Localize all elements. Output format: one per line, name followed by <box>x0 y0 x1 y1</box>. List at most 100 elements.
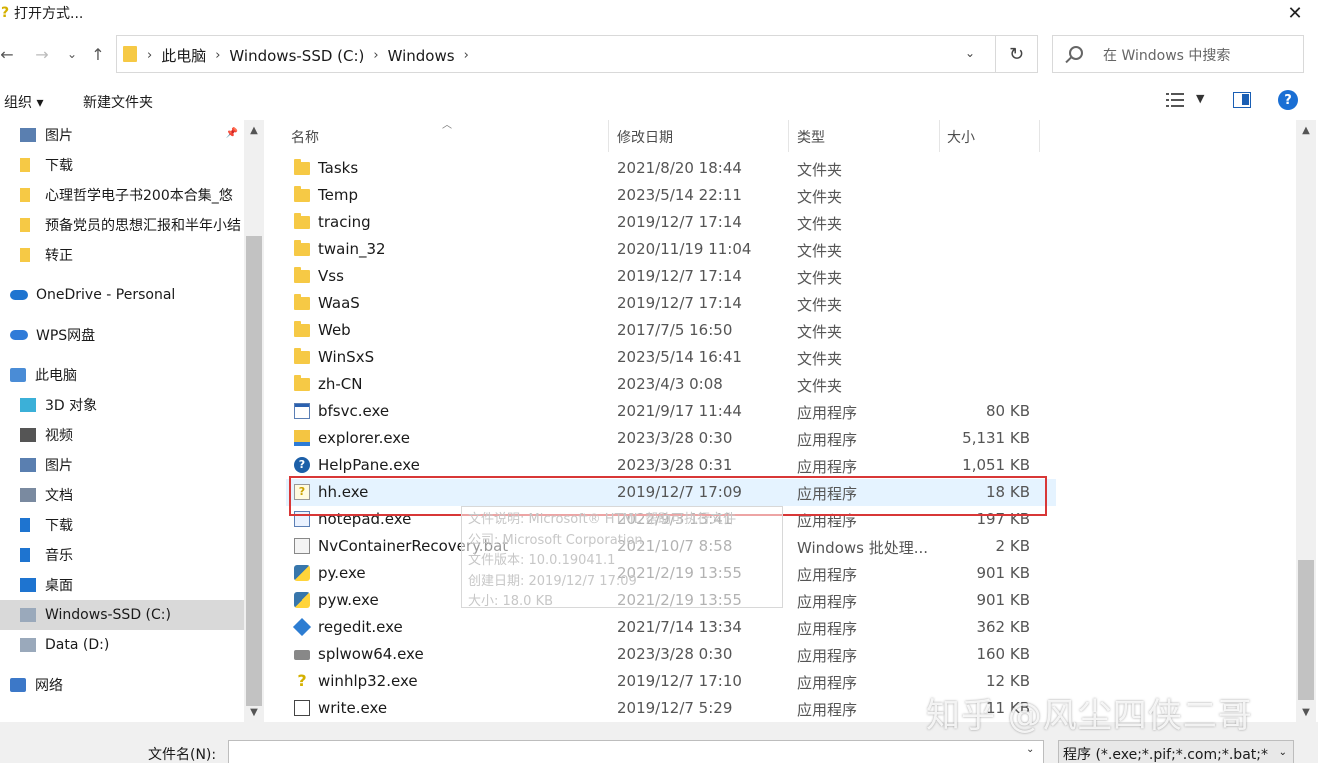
svg-text:?: ? <box>1 5 9 20</box>
sidebar-item[interactable]: 预备党员的思想汇报和半年小结 <box>0 210 244 240</box>
navigation-pane-scrollbar[interactable]: ▲ ▼ <box>244 120 264 722</box>
file-row[interactable]: bfsvc.exe 2021/9/17 11:44 应用程序 80 KB <box>286 398 1056 425</box>
videos-icon <box>20 428 36 442</box>
scroll-up-icon[interactable]: ▲ <box>1296 120 1316 140</box>
scrollbar-thumb[interactable] <box>1298 560 1314 700</box>
file-row[interactable]: Tasks 2021/8/20 18:44 文件夹 <box>286 155 1056 182</box>
back-button[interactable]: ← <box>0 40 14 68</box>
sidebar-item[interactable]: 转正 <box>0 240 244 270</box>
file-row[interactable]: tracing 2019/12/7 17:14 文件夹 <box>286 209 1056 236</box>
music-icon <box>20 548 30 562</box>
file-row[interactable]: explorer.exe 2023/3/28 0:30 应用程序 5,131 KB <box>286 425 1056 452</box>
filename-input[interactable] <box>228 740 1044 763</box>
new-folder-button[interactable]: 新建文件夹 <box>83 92 153 112</box>
sidebar-item[interactable]: Windows-SSD (C:) <box>0 600 244 630</box>
file-type: 文件夹 <box>797 242 843 260</box>
file-row[interactable]: twain_32 2020/11/19 11:04 文件夹 <box>286 236 1056 263</box>
tooltip-created: 创建日期: 2019/12/7 17:09 <box>468 573 637 589</box>
scroll-up-icon[interactable]: ▲ <box>244 120 264 140</box>
sidebar-item[interactable]: 文档 <box>0 480 244 510</box>
address-bar[interactable]: › 此电脑 › Windows-SSD (C:) › Windows › ⌄ <box>116 35 996 73</box>
filename-label: 文件名(N): <box>148 747 217 763</box>
file-date: 2023/5/14 16:41 <box>617 348 742 366</box>
breadcrumb-separator[interactable]: › <box>464 48 469 63</box>
file-type-select[interactable]: 程序 (*.exe;*.pif;*.com;*.bat;* ⌄ <box>1058 740 1294 763</box>
sidebar-item[interactable]: WPS网盘 <box>0 320 244 350</box>
downloads-icon <box>20 518 30 532</box>
scroll-down-icon[interactable]: ▼ <box>244 702 264 722</box>
sidebar-item[interactable]: 下载 <box>0 510 244 540</box>
file-row[interactable]: Vss 2019/12/7 17:14 文件夹 <box>286 263 1056 290</box>
file-type-value: 程序 (*.exe;*.pif;*.com;*.bat;* <box>1063 747 1268 763</box>
file-row[interactable]: zh-CN 2023/4/3 0:08 文件夹 <box>286 371 1056 398</box>
filename-dropdown-icon[interactable]: ⌄ <box>1026 744 1034 755</box>
sidebar-item[interactable]: 此电脑 <box>0 360 244 390</box>
pin-icon[interactable]: 📌 <box>226 128 238 139</box>
sidebar-item[interactable]: Data (D:) <box>0 630 244 660</box>
column-divider[interactable] <box>788 120 789 152</box>
scrollbar-thumb[interactable] <box>246 236 262 706</box>
up-button[interactable]: ↑ <box>88 40 108 68</box>
file-date: 2023/3/28 0:30 <box>617 429 733 447</box>
file-row[interactable]: ? HelpPane.exe 2023/3/28 0:31 应用程序 1,051 KB <box>286 452 1056 479</box>
file-date: 2021/7/14 13:34 <box>617 618 742 636</box>
column-divider[interactable] <box>1039 120 1040 152</box>
folder-icon <box>20 188 30 202</box>
file-row[interactable]: splwow64.exe 2023/3/28 0:30 应用程序 160 KB <box>286 641 1056 668</box>
folder-icon <box>20 158 30 172</box>
help-icon[interactable]: ? <box>1278 90 1298 110</box>
sidebar-item[interactable]: OneDrive - Personal <box>0 280 244 310</box>
column-date[interactable]: 修改日期 <box>617 127 673 147</box>
file-date: 2019/12/7 17:14 <box>617 267 742 285</box>
breadcrumb-windows[interactable]: Windows <box>388 47 455 65</box>
sidebar-item-label: 文档 <box>45 488 73 504</box>
file-row[interactable]: WaaS 2019/12/7 17:14 文件夹 <box>286 290 1056 317</box>
sidebar-item[interactable]: 下载 <box>0 150 244 180</box>
sidebar-item[interactable]: 图片 <box>0 450 244 480</box>
file-list-scrollbar[interactable]: ▲ ▼ <box>1296 120 1316 722</box>
preview-pane-icon[interactable] <box>1233 92 1251 108</box>
column-divider[interactable] <box>939 120 940 152</box>
organize-button[interactable]: 组织 ▾ <box>4 92 43 112</box>
breadcrumb-drive-c[interactable]: Windows-SSD (C:) <box>229 47 364 65</box>
file-row[interactable]: WinSxS 2023/5/14 16:41 文件夹 <box>286 344 1056 371</box>
file-row[interactable]: Web 2017/7/5 16:50 文件夹 <box>286 317 1056 344</box>
file-type: 应用程序 <box>797 701 858 719</box>
file-date: 2023/5/14 22:11 <box>617 186 742 204</box>
file-date: 2019/12/7 17:14 <box>617 294 742 312</box>
file-date: 2021/8/20 18:44 <box>617 159 742 177</box>
view-options-icon[interactable] <box>1166 92 1184 108</box>
search-box[interactable]: 在 Windows 中搜索 <box>1052 35 1304 73</box>
breadcrumb-separator: › <box>215 48 221 63</box>
file-row[interactable]: Temp 2023/5/14 22:11 文件夹 <box>286 182 1056 209</box>
recent-locations-button[interactable]: ⌄ <box>64 40 80 68</box>
column-size[interactable]: 大小 <box>947 127 975 147</box>
column-name[interactable]: 名称 <box>291 127 319 147</box>
watermark: 知乎 @风尘四侠二哥 <box>926 696 1253 736</box>
sidebar-item-label: 网络 <box>35 678 63 694</box>
address-dropdown-icon[interactable]: ⌄ <box>965 46 975 60</box>
refresh-button[interactable]: ↻ <box>996 35 1038 73</box>
sidebar-item-label: WPS网盘 <box>36 328 96 344</box>
breadcrumb-this-pc[interactable]: 此电脑 <box>161 45 206 66</box>
sidebar-item[interactable]: 3D 对象 <box>0 390 244 420</box>
file-row[interactable]: regedit.exe 2021/7/14 13:34 应用程序 362 KB <box>286 614 1056 641</box>
sidebar-item[interactable]: 心理哲学电子书200本合集_悠 <box>0 180 244 210</box>
file-type: 应用程序 <box>797 593 858 611</box>
column-type[interactable]: 类型 <box>797 127 825 147</box>
search-input[interactable]: 在 Windows 中搜索 <box>1103 45 1230 65</box>
folder-icon <box>294 294 310 310</box>
sidebar-item[interactable]: 音乐 <box>0 540 244 570</box>
help-pane-icon: ? <box>294 457 310 473</box>
forward-button[interactable]: → <box>32 40 52 68</box>
sidebar-item[interactable]: 桌面 <box>0 570 244 600</box>
sidebar-item-label: 图片 <box>45 458 73 474</box>
view-dropdown-icon[interactable]: ▼ <box>1196 92 1204 105</box>
sidebar-item-label: OneDrive - Personal <box>36 287 176 303</box>
close-button[interactable]: ✕ <box>1272 0 1318 26</box>
sidebar-item[interactable]: 视频 <box>0 420 244 450</box>
sidebar-item[interactable]: 图片 📌 <box>0 120 244 150</box>
sidebar-item[interactable]: 网络 <box>0 670 244 700</box>
scroll-down-icon[interactable]: ▼ <box>1296 702 1316 722</box>
column-divider[interactable] <box>608 120 609 152</box>
